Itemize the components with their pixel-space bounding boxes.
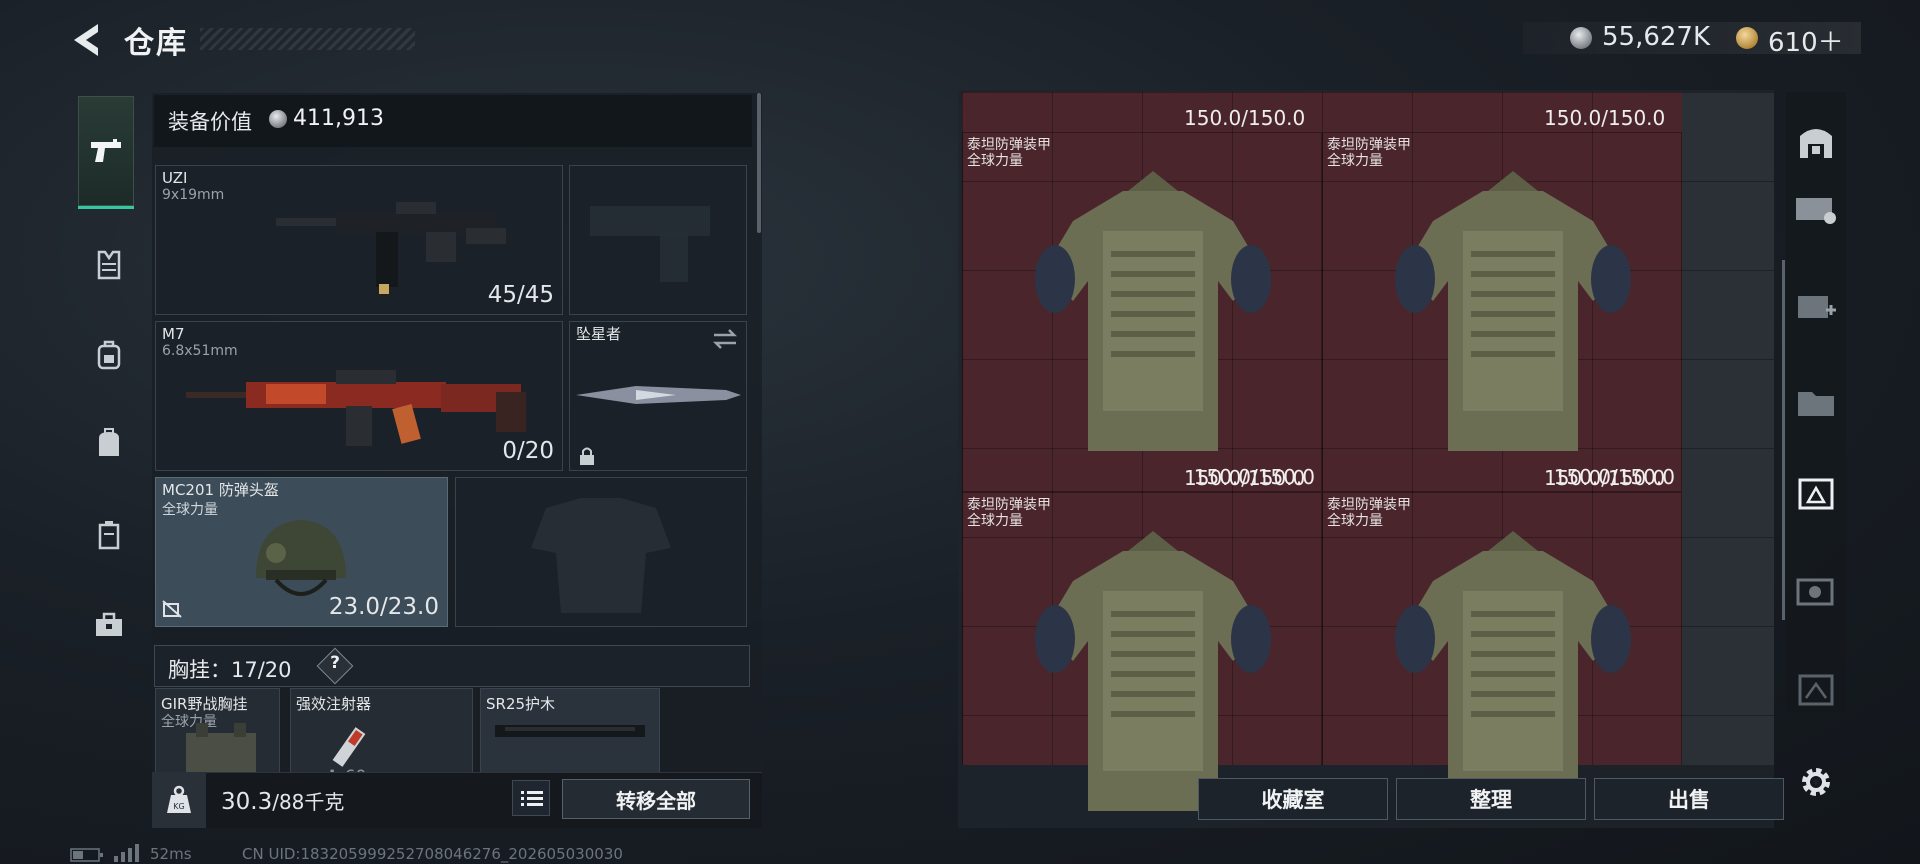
helmet-durability: 23.0/23.0 xyxy=(328,594,439,620)
armor-image xyxy=(1395,171,1631,451)
settings-icon[interactable] xyxy=(1792,758,1840,806)
item-durability: 150.0/150.0 xyxy=(1184,106,1306,130)
armor-item[interactable]: 泰坦防弹装甲 全球力量 xyxy=(962,492,1322,811)
vest-item-name: SR25护木 xyxy=(486,695,556,713)
organize-button[interactable]: 整理 xyxy=(1396,778,1586,820)
helmet-name: MC201 防弹头盔 xyxy=(162,481,279,499)
weapon-name: UZI xyxy=(162,169,188,187)
uid-text: CN UID:18320599925270804627​6_2026050300… xyxy=(242,845,623,863)
uzi-image xyxy=(276,202,506,294)
knife-image xyxy=(576,386,741,404)
toolbox-icon xyxy=(96,612,122,636)
locker-icon xyxy=(98,521,120,550)
title-decoration xyxy=(200,28,415,50)
equipment-value: 411,913 xyxy=(293,106,384,131)
pistol-placeholder-grip xyxy=(660,232,688,282)
pack-icon xyxy=(99,428,119,456)
gold-currency[interactable]: 610＋ xyxy=(1768,22,1844,59)
sidearm-slot[interactable] xyxy=(569,165,747,315)
vest-label: 胸挂：17/20 xyxy=(168,658,292,682)
armor-image xyxy=(1035,531,1271,811)
armor-slot[interactable] xyxy=(455,477,747,627)
signal-icon xyxy=(114,844,139,862)
melee-slot[interactable]: 坠星者 xyxy=(569,321,747,471)
collection-room-button[interactable]: 收藏室 xyxy=(1198,778,1388,820)
gate-icon[interactable] xyxy=(1792,118,1840,166)
sell-button[interactable]: 出售 xyxy=(1594,778,1784,820)
swap-icon[interactable] xyxy=(712,328,738,350)
silver-currency: 55,627K xyxy=(1602,22,1711,52)
silver-coin-icon xyxy=(1570,27,1592,49)
item-durability: 150.0/150.0 xyxy=(1544,106,1666,130)
no-trade-icon xyxy=(162,600,182,618)
lock-icon xyxy=(580,447,594,465)
weight-icon-box: KG xyxy=(152,772,206,828)
folder-icon[interactable] xyxy=(1792,378,1840,426)
secondary-weapon-slot[interactable]: M7 6.8x51mm 0/20 xyxy=(155,321,563,471)
nav-pack[interactable] xyxy=(80,414,138,472)
melee-name: 坠星者 xyxy=(576,325,622,343)
ping-text: 52ms xyxy=(150,845,192,863)
storage-empty-column xyxy=(1682,92,1774,765)
camera-icon[interactable] xyxy=(1792,566,1840,614)
armor-image xyxy=(1395,531,1631,811)
m7-image xyxy=(186,370,526,446)
nav-toolbox[interactable] xyxy=(80,596,138,654)
vest-capacity: 17/20 xyxy=(231,658,292,682)
chart-icon[interactable] xyxy=(1792,664,1840,712)
vest-icon xyxy=(97,250,121,280)
ammo-count: 45/45 xyxy=(487,282,554,308)
tablet-icon[interactable] xyxy=(1792,470,1840,518)
nav-vest[interactable] xyxy=(80,236,138,294)
item-durability: 150.0/150.0 xyxy=(1184,466,1306,490)
equipment-value-label: 装备价值 xyxy=(168,110,252,134)
svg-text:KG: KG xyxy=(173,802,184,811)
armor-item[interactable]: 泰坦防弹装甲 全球力量 xyxy=(1322,492,1682,811)
vest-item-name: 强效注射器 xyxy=(296,695,372,713)
silver-coin-icon xyxy=(269,110,287,128)
armor-item[interactable]: 泰坦防弹装甲 全球力量 150.0/150.0 xyxy=(1322,132,1682,492)
ticket-icon[interactable] xyxy=(1792,184,1840,232)
weapon-caliber: 9x19mm xyxy=(162,187,225,203)
ammo-count: 0/20 xyxy=(502,438,554,464)
helmet-slot[interactable]: MC201 防弹头盔 全球力量 23.0/23.0 xyxy=(155,477,448,627)
left-nav xyxy=(70,86,144,806)
list-view-button[interactable] xyxy=(512,780,550,816)
helmet-brand: 全球力量 xyxy=(162,502,218,518)
armor-placeholder-icon xyxy=(531,498,671,613)
handguard-image xyxy=(495,725,645,737)
nav-backpack[interactable] xyxy=(80,326,138,384)
equipment-scrollbar[interactable] xyxy=(757,93,761,233)
primary-weapon-slot[interactable]: UZI 9x19mm 45/45 xyxy=(155,165,563,315)
backpack-icon xyxy=(97,340,121,370)
armor-item[interactable]: 泰坦防弹装甲 全球力量 150.0/150.0 xyxy=(962,132,1322,492)
medkit-icon[interactable] xyxy=(1792,282,1840,330)
gold-coin-icon xyxy=(1736,27,1758,49)
right-toolbar-scrollbar[interactable] xyxy=(1782,260,1785,620)
weight-icon: KG xyxy=(167,785,191,813)
pistol-placeholder xyxy=(590,206,710,236)
transfer-all-button[interactable]: 转移全部 xyxy=(562,779,750,819)
page-title: 仓库 xyxy=(124,26,188,61)
help-icon[interactable]: ? xyxy=(328,653,342,673)
weight-value: 30.3/88千克 xyxy=(221,789,345,815)
armor-image xyxy=(1035,171,1271,451)
item-durability: 150.0/150.0 xyxy=(1544,466,1666,490)
battery-icon xyxy=(70,848,103,862)
list-icon xyxy=(521,791,543,806)
nav-locker[interactable] xyxy=(80,506,138,564)
pistol-icon xyxy=(91,139,121,162)
back-arrow-icon[interactable] xyxy=(68,20,108,60)
nav-weapons[interactable] xyxy=(78,96,134,209)
weapon-name: M7 xyxy=(162,325,185,343)
